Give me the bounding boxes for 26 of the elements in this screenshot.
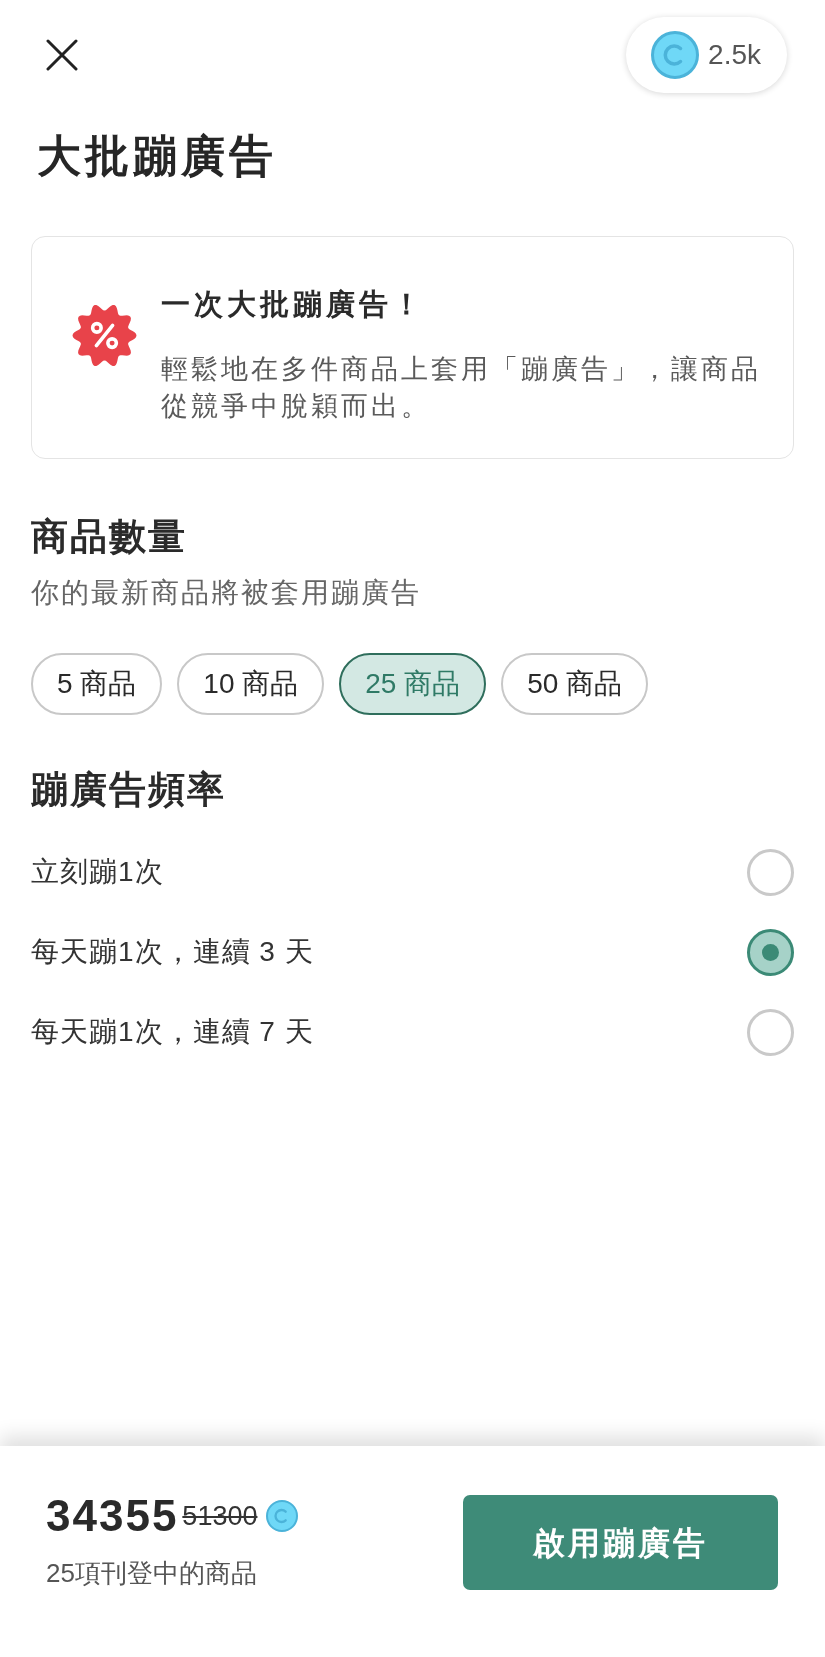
- frequency-option-label: 立刻蹦1次: [31, 855, 164, 889]
- quantity-chip[interactable]: 5 商品: [31, 653, 163, 715]
- radio-button[interactable]: [747, 1008, 794, 1056]
- radio-button[interactable]: [747, 848, 794, 896]
- coin-icon: [651, 31, 700, 79]
- items-caption: 25項刊登中的商品: [46, 1557, 258, 1590]
- quantity-chip[interactable]: 25 商品: [339, 653, 487, 715]
- page-title: 大批蹦廣告: [37, 130, 278, 182]
- frequency-option-label: 每天蹦1次，連續 7 天: [31, 1015, 314, 1049]
- promo-description: 輕鬆地在多件商品上套用「蹦廣告」，讓商品從競爭中脫穎而出。: [161, 353, 762, 423]
- enable-ads-button[interactable]: 啟用蹦廣告: [463, 1495, 778, 1590]
- section-subtitle: 你的最新商品將被套用蹦廣告: [31, 576, 422, 610]
- frequency-option-label: 每天蹦1次，連續 3 天: [31, 935, 314, 969]
- promo-title: 一次大批蹦廣告！: [161, 287, 426, 322]
- section-heading: 商品數量: [31, 515, 188, 559]
- close-button[interactable]: [46, 39, 78, 71]
- original-price: 51300: [182, 1500, 258, 1533]
- coin-balance-pill[interactable]: 2.5k: [626, 17, 787, 93]
- price: 34355: [46, 1491, 179, 1541]
- quantity-chip[interactable]: 50 商品: [501, 653, 649, 715]
- section-heading: 蹦廣告頻率: [31, 768, 227, 812]
- percent-badge-icon: [72, 303, 137, 368]
- quantity-chip[interactable]: 10 商品: [177, 653, 325, 715]
- close-icon: [46, 39, 78, 71]
- radio-button[interactable]: [747, 928, 794, 976]
- coin-icon: [266, 1500, 299, 1532]
